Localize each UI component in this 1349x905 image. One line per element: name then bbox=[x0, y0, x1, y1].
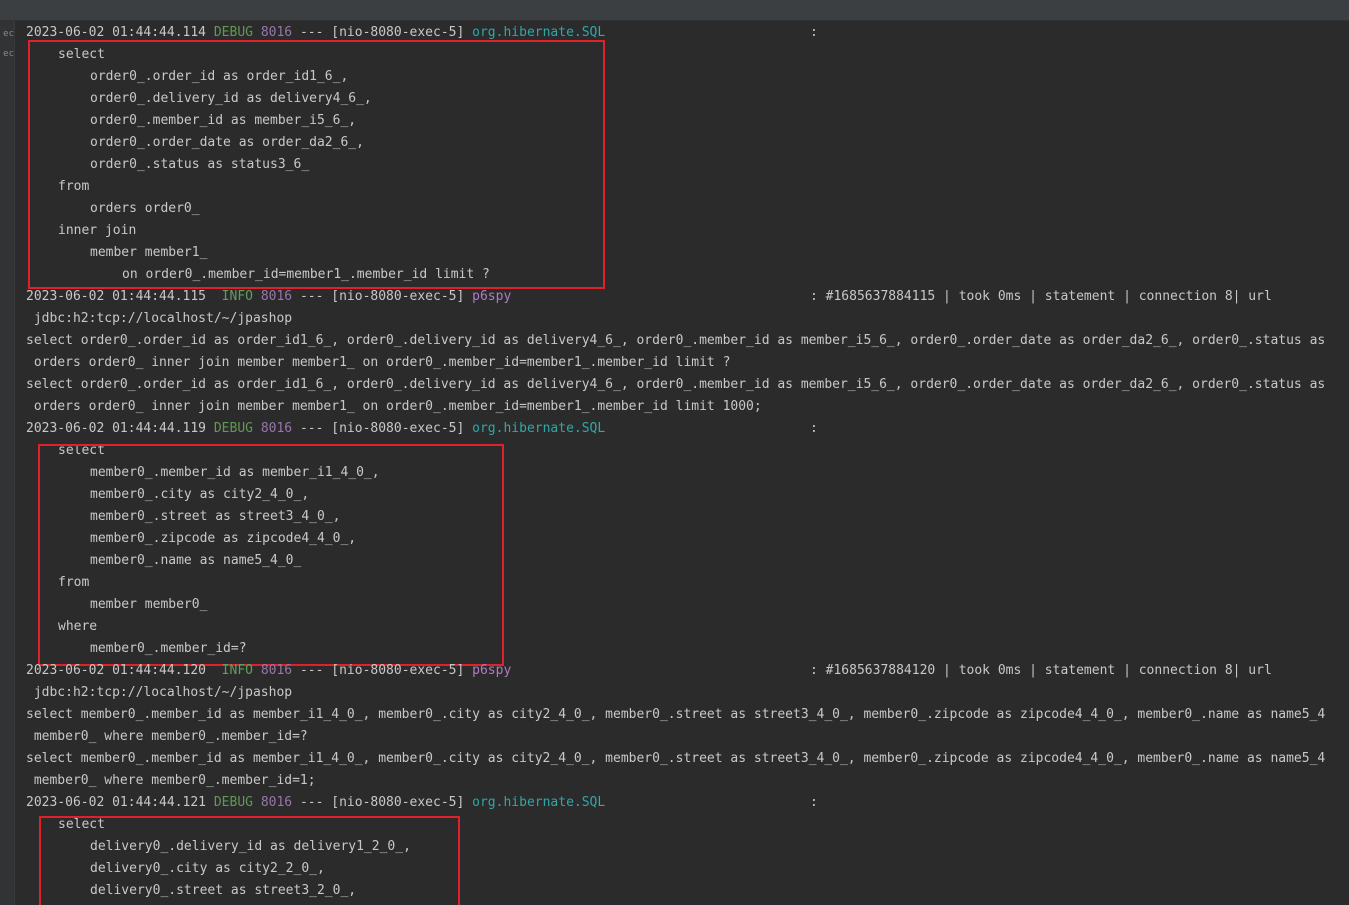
log-logger-name[interactable]: org.hibernate.SQL bbox=[472, 25, 605, 40]
log-level-info: INFO bbox=[221, 663, 253, 678]
log-pid: 8016 bbox=[260, 25, 293, 40]
log-pid: 8016 bbox=[260, 795, 293, 810]
log-line: orders order0_ inner join member member1… bbox=[26, 355, 731, 370]
log-line: select member0_.member_id as member_i1_4… bbox=[26, 751, 1326, 766]
log-logger-name[interactable]: p6spy bbox=[472, 663, 511, 678]
gutter-mark: ec bbox=[3, 49, 14, 59]
log-logger-name[interactable]: p6spy bbox=[472, 289, 511, 304]
log-header-line: 2023-06-02 01:44:44.115 INFO 8016 --- [n… bbox=[26, 286, 511, 308]
log-header-line: 2023-06-02 01:44:44.121 DEBUG 8016 --- [… bbox=[26, 792, 605, 814]
log-separator: --- bbox=[299, 25, 324, 40]
log-separator: --- bbox=[299, 795, 324, 810]
log-thread: [nio-8080-exec-5] bbox=[331, 421, 465, 436]
gutter-mark: ec bbox=[3, 29, 14, 39]
log-logger-name[interactable]: org.hibernate.SQL bbox=[472, 421, 605, 436]
highlight-box bbox=[38, 444, 504, 666]
log-line: select order0_.order_id as order_id1_6_,… bbox=[26, 333, 1326, 348]
log-separator: --- bbox=[299, 289, 324, 304]
highlight-box bbox=[28, 40, 605, 289]
log-thread: [nio-8080-exec-5] bbox=[331, 289, 465, 304]
log-colon: : bbox=[810, 795, 818, 810]
log-message: : #1685637884115 | took 0ms | statement … bbox=[810, 289, 1272, 304]
log-thread: [nio-8080-exec-5] bbox=[331, 663, 465, 678]
log-line: select order0_.order_id as order_id1_6_,… bbox=[26, 377, 1326, 392]
log-line: jdbc:h2:tcp://localhost/~/jpashop bbox=[26, 311, 293, 326]
console-gutter: ec ec bbox=[0, 21, 15, 905]
log-header-line: 2023-06-02 01:44:44.119 DEBUG 8016 --- [… bbox=[26, 418, 605, 440]
log-level-debug: DEBUG bbox=[213, 25, 253, 40]
log-pid: 8016 bbox=[260, 421, 293, 436]
log-header-line: 2023-06-02 01:44:44.120 INFO 8016 --- [n… bbox=[26, 660, 511, 682]
log-separator: --- bbox=[299, 421, 324, 436]
log-line: select member0_.member_id as member_i1_4… bbox=[26, 707, 1326, 722]
log-timestamp: 2023-06-02 01:44:44.120 bbox=[26, 663, 207, 678]
log-timestamp: 2023-06-02 01:44:44.121 bbox=[26, 795, 207, 810]
log-timestamp: 2023-06-02 01:44:44.115 bbox=[26, 289, 207, 304]
run-console-window: ec ec 2023-06-02 01:44:44.114 DEBUG 8016… bbox=[0, 0, 1349, 905]
highlight-box bbox=[39, 816, 460, 905]
log-thread: [nio-8080-exec-5] bbox=[331, 25, 465, 40]
log-pid: 8016 bbox=[260, 663, 293, 678]
log-colon: : bbox=[810, 25, 818, 40]
log-colon: : bbox=[810, 421, 818, 436]
log-timestamp: 2023-06-02 01:44:44.114 bbox=[26, 25, 207, 40]
log-logger-name[interactable]: org.hibernate.SQL bbox=[472, 795, 605, 810]
log-level-debug: DEBUG bbox=[213, 795, 253, 810]
log-line: jdbc:h2:tcp://localhost/~/jpashop bbox=[26, 685, 293, 700]
log-thread: [nio-8080-exec-5] bbox=[331, 795, 465, 810]
log-line: member0_ where member0_.member_id=? bbox=[26, 729, 308, 744]
console-output[interactable]: 2023-06-02 01:44:44.114 DEBUG 8016 --- [… bbox=[14, 21, 1349, 905]
log-level-info: INFO bbox=[221, 289, 253, 304]
log-separator: --- bbox=[299, 663, 324, 678]
log-message: : #1685637884120 | took 0ms | statement … bbox=[810, 663, 1272, 678]
log-timestamp: 2023-06-02 01:44:44.119 bbox=[26, 421, 207, 436]
log-line: member0_ where member0_.member_id=1; bbox=[26, 773, 316, 788]
log-pid: 8016 bbox=[260, 289, 293, 304]
console-toolbar bbox=[0, 0, 1349, 21]
log-level-debug: DEBUG bbox=[213, 421, 253, 436]
log-line: orders order0_ inner join member member1… bbox=[26, 399, 762, 414]
